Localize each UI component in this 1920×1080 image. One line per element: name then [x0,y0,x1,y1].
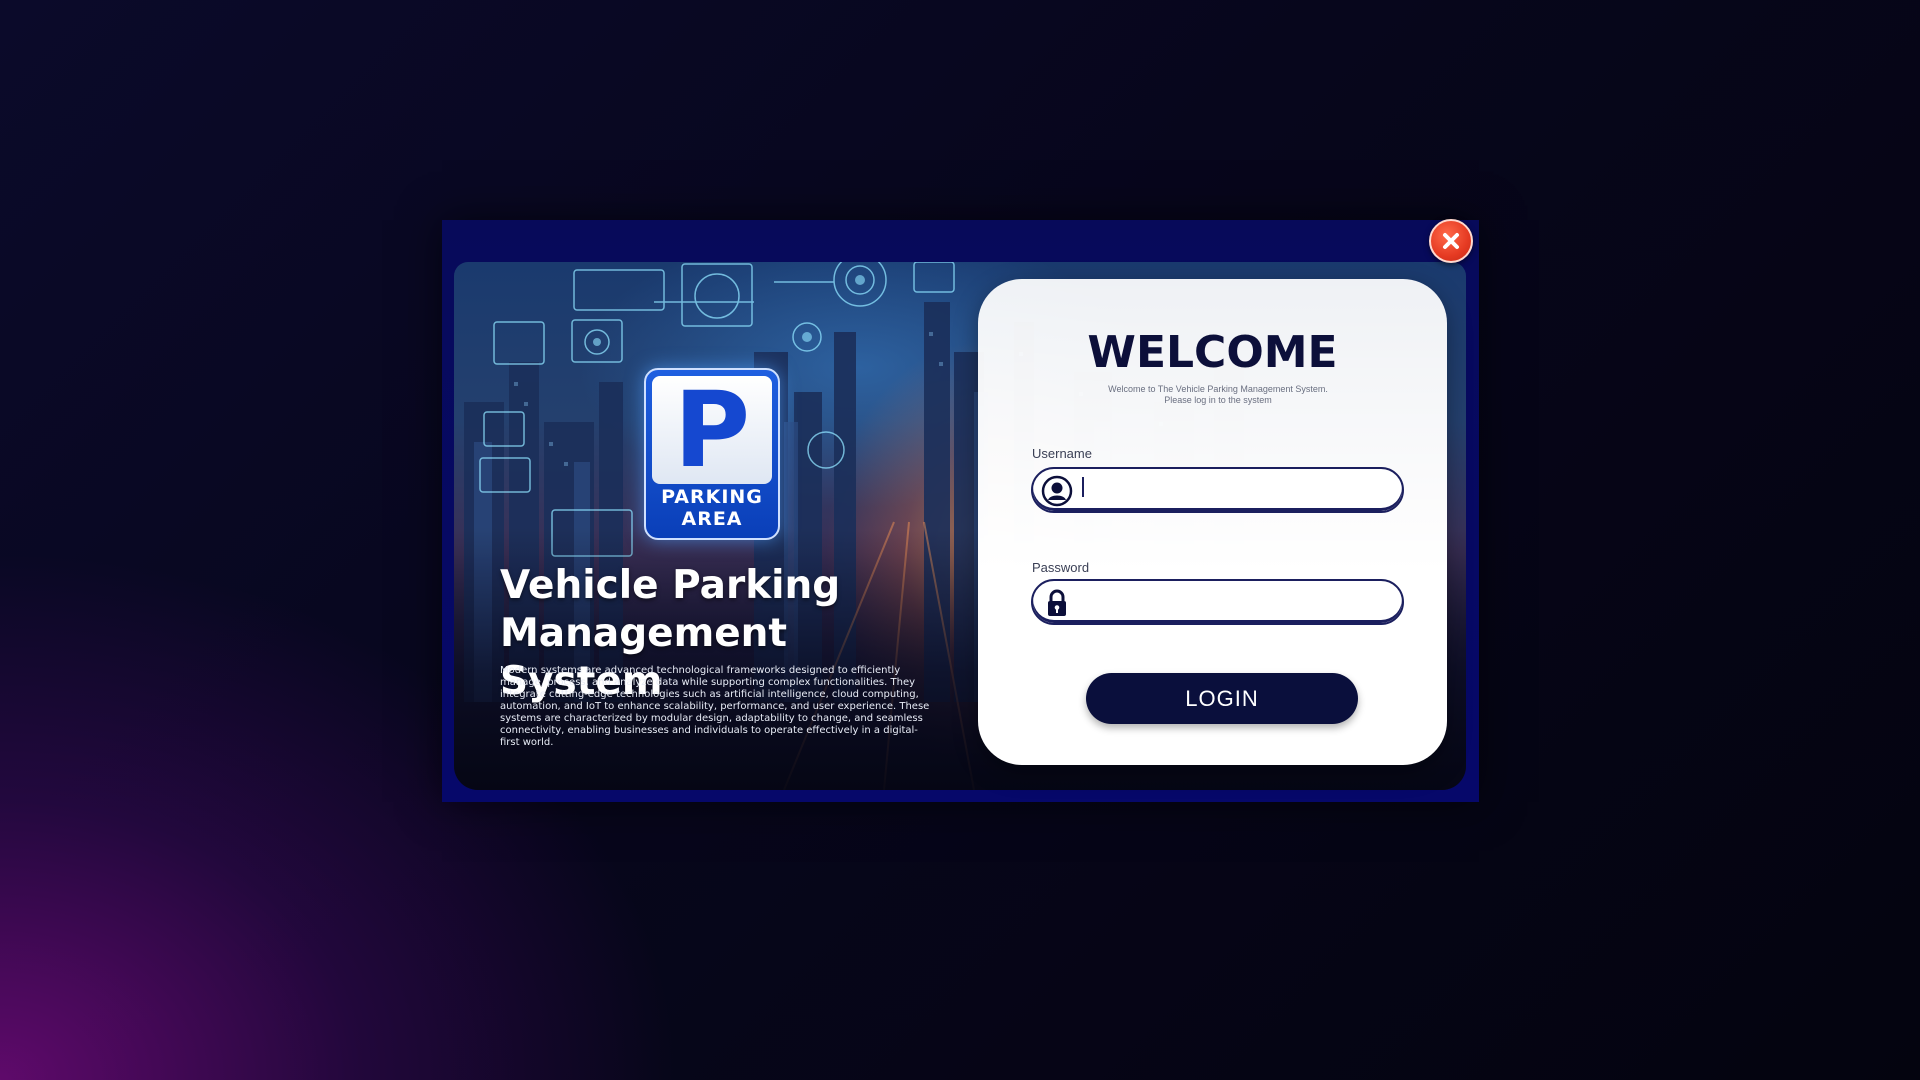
username-field[interactable] [1031,467,1404,513]
password-label: Password [1032,560,1090,575]
user-circle-icon [1041,475,1073,507]
welcome-heading: WELCOME [1087,327,1338,378]
login-button[interactable]: LOGIN [1086,673,1358,724]
password-input[interactable] [1081,585,1389,619]
hero-description: Modern systems are advanced technologica… [500,665,930,748]
parking-sign-face: P [652,376,772,484]
parking-sign-letter: P [673,369,751,491]
parking-sign-label: PARKING AREA [661,486,763,530]
welcome-subtitle: Welcome to The Vehicle Parking Managemen… [1108,384,1328,405]
password-field[interactable] [1031,579,1404,625]
username-label: Username [1032,446,1092,461]
parking-sign-logo: P PARKING AREA [644,368,780,540]
lock-icon [1041,587,1073,619]
close-icon [1443,233,1459,249]
close-button[interactable] [1429,219,1473,263]
username-input[interactable] [1081,473,1389,507]
text-caret [1082,477,1084,497]
